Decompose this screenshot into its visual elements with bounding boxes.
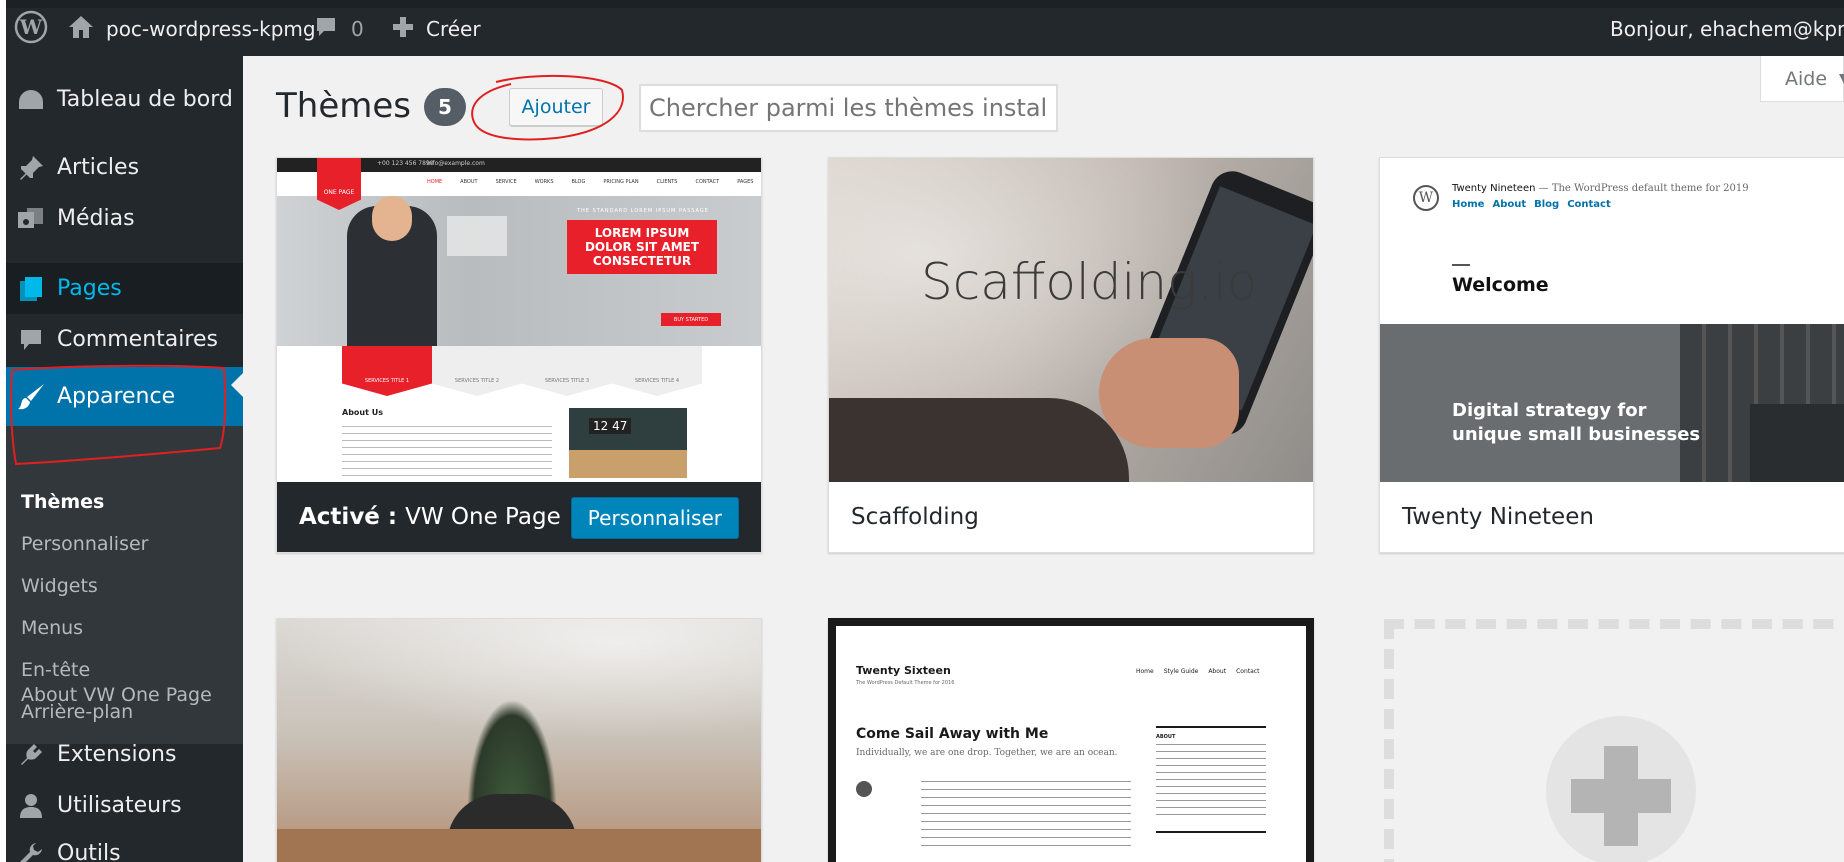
sidebar-item-media[interactable]: Médias xyxy=(6,193,243,244)
media-icon xyxy=(16,204,46,234)
new-content-link[interactable]: Créer xyxy=(392,14,481,44)
theme-count-badge: 5 xyxy=(424,88,466,126)
scaffolding-wordmark: Scaffolding.io xyxy=(921,253,1258,311)
theme-screenshot: Twenty Sixteen The WordPress Default The… xyxy=(836,626,1306,862)
plugin-icon xyxy=(16,740,46,770)
home-icon xyxy=(68,15,94,44)
wordpress-logo-icon[interactable]: W xyxy=(14,10,48,44)
plus-icon[interactable] xyxy=(1546,716,1696,862)
theme-name-bar: Activé : VW One Page Personnaliser xyxy=(277,482,761,552)
theme-name-bar: Twenty Nineteen xyxy=(1380,482,1844,552)
vw-logo: ONE PAGE xyxy=(317,158,361,210)
svg-text:W: W xyxy=(19,15,43,39)
user-icon xyxy=(16,791,46,821)
sidebar-item-label: Outils xyxy=(57,841,121,862)
vw-nav: HOME ABOUT SERVICE WORKS BLOG PRICING PL… xyxy=(427,179,754,185)
sidebar-item-dashboard[interactable]: Tableau de bord xyxy=(6,74,243,125)
wrench-icon xyxy=(16,839,46,862)
my-account-link[interactable]: Bonjour, ehachem@kpmg.f xyxy=(1610,14,1844,44)
sidebar-item-plugins[interactable]: Extensions xyxy=(6,729,243,780)
comment-icon xyxy=(16,325,46,355)
red-annotation-circle xyxy=(471,74,624,141)
pin-icon xyxy=(16,153,46,183)
caret-down-icon: ▼ xyxy=(1839,71,1844,87)
submenu-item-menus[interactable]: Menus xyxy=(21,617,83,639)
greeting-label: Bonjour, ehachem@kpmg.f xyxy=(1610,17,1844,41)
sidebar-item-label: Pages xyxy=(57,276,122,301)
theme-name: Twenty Nineteen xyxy=(1402,504,1594,530)
new-content-label: Créer xyxy=(426,17,481,41)
wp-admin: W poc-wordpress-kpmg 0 Créer Bonjour, eh… xyxy=(6,0,1844,862)
theme-screenshot: Scaffolding.io xyxy=(829,158,1313,482)
vw-hero-title: LOREM IPSUM DOLOR SIT AMET CONSECTETUR xyxy=(567,220,717,274)
wordpress-logo-icon: W xyxy=(1413,185,1439,211)
pages-icon xyxy=(16,274,46,304)
submenu-item-themes[interactable]: Thèmes xyxy=(21,491,104,513)
sidebar-item-label: Médias xyxy=(57,206,135,231)
sidebar-item-label: Commentaires xyxy=(57,327,218,352)
comment-icon xyxy=(315,16,337,43)
theme-name: Scaffolding xyxy=(851,504,979,530)
theme-card-plant[interactable] xyxy=(276,618,762,862)
help-tab[interactable]: Aide ▼ xyxy=(1760,56,1844,102)
submenu-item-about-vw[interactable]: About VW One Page xyxy=(21,684,212,706)
comments-link[interactable]: 0 xyxy=(315,14,364,44)
active-prefix: Activé : xyxy=(299,504,398,530)
theme-card-scaffolding[interactable]: Scaffolding.io Scaffolding xyxy=(828,157,1314,553)
sidebar-item-pages[interactable]: Pages xyxy=(6,263,243,314)
sidebar-item-label: Articles xyxy=(57,155,140,180)
comments-count: 0 xyxy=(351,17,364,41)
admin-bar: W poc-wordpress-kpmg 0 Créer Bonjour, eh… xyxy=(6,0,1844,56)
theme-card-twenty-nineteen[interactable]: W Twenty Nineteen — The WordPress defaul… xyxy=(1379,157,1844,553)
sidebar-item-label: Tableau de bord xyxy=(57,87,233,112)
help-label: Aide xyxy=(1785,67,1828,90)
sidebar-item-comments[interactable]: Commentaires xyxy=(6,314,243,365)
theme-screenshot: +00 123 456 7890 info@example.com HOME A… xyxy=(277,158,761,482)
plus-icon xyxy=(392,16,414,43)
theme-card-vw-one-page[interactable]: +00 123 456 7890 info@example.com HOME A… xyxy=(276,157,762,553)
sidebar-item-label: Extensions xyxy=(57,742,177,767)
submenu-item-customize[interactable]: Personnaliser xyxy=(21,533,149,555)
submenu-item-header[interactable]: En-tête xyxy=(21,659,90,681)
search-themes-input[interactable] xyxy=(639,84,1058,132)
page-title: Thèmes xyxy=(276,86,411,126)
sidebar-item-label: Utilisateurs xyxy=(57,793,182,818)
site-name-link[interactable]: poc-wordpress-kpmg xyxy=(68,14,316,44)
site-name-label: poc-wordpress-kpmg xyxy=(106,17,316,41)
sidebar-item-articles[interactable]: Articles xyxy=(6,142,243,193)
theme-screenshot: W Twenty Nineteen — The WordPress defaul… xyxy=(1380,158,1844,482)
submenu-item-widgets[interactable]: Widgets xyxy=(21,575,98,597)
red-annotation-box xyxy=(10,364,227,466)
theme-name-bar: Scaffolding xyxy=(829,482,1313,552)
dashboard-icon xyxy=(16,85,46,115)
sidebar-item-users[interactable]: Utilisateurs xyxy=(6,780,243,831)
theme-screenshot xyxy=(277,619,761,862)
theme-name: VW One Page xyxy=(405,504,561,530)
sidebar-item-tools[interactable]: Outils xyxy=(6,828,243,862)
theme-card-twenty-sixteen[interactable]: Twenty Sixteen The WordPress Default The… xyxy=(828,618,1314,862)
customize-button[interactable]: Personnaliser xyxy=(570,497,739,539)
